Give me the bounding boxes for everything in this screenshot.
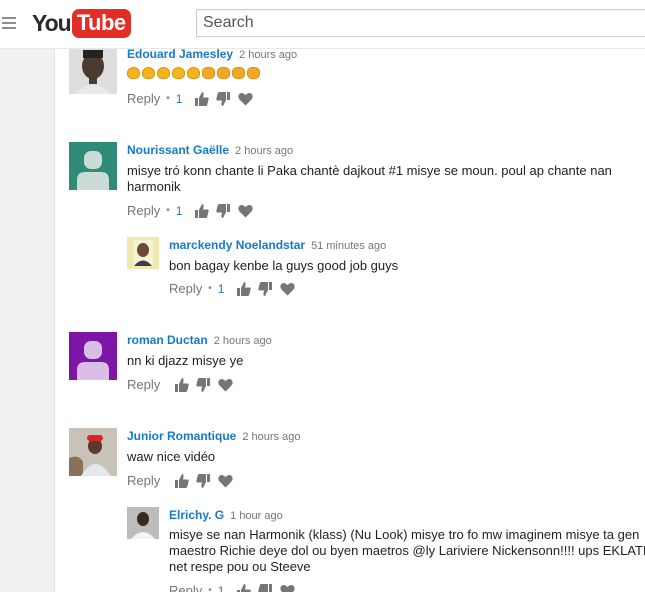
comment-text-line: misye se nan Harmonik (klass) (Nu Look) … <box>169 527 640 542</box>
heart-icon[interactable] <box>218 474 233 488</box>
comment-text-line: misye tró konn chante li Paka chantè daj… <box>127 163 612 178</box>
comment-text-line: bon bagay kenbe la guys good job guys <box>169 258 399 273</box>
reply-button[interactable]: Reply <box>127 91 160 106</box>
reply-comment: marckendy Noelandstar 51 minutes ago bon … <box>127 237 645 301</box>
comment-actions: Reply <box>127 377 240 392</box>
thumbs-up-icon[interactable] <box>236 281 252 296</box>
comment-actions: Reply • 1 <box>127 91 260 106</box>
reply-button[interactable]: Reply <box>127 473 160 488</box>
thumbs-up-icon[interactable] <box>174 377 189 392</box>
separator-dot: • <box>166 205 170 216</box>
separator-dot: • <box>208 585 212 592</box>
comment-text: waw nice vidéo <box>127 449 215 465</box>
thumbs-down-icon[interactable] <box>258 583 273 592</box>
thumbs-up-icon[interactable] <box>174 473 189 488</box>
reply-button[interactable]: Reply <box>169 583 202 592</box>
heart-icon[interactable] <box>218 378 233 392</box>
thumbs-down-icon[interactable] <box>216 91 231 106</box>
comment-actions: Reply <box>127 473 240 488</box>
comment-text-line: harmonik <box>127 179 181 194</box>
thumbs-down-icon[interactable] <box>196 473 211 488</box>
comment-thread: Edouard Jamesley 2 hours ago Reply • 1 <box>69 46 645 116</box>
fist-bump-icon <box>232 67 245 79</box>
avatar[interactable] <box>69 332 117 380</box>
thumbs-up-icon[interactable] <box>236 583 252 592</box>
comment-text <box>127 67 262 82</box>
masthead: You Tube <box>0 0 645 49</box>
comment-actions: Reply • 1 <box>169 281 302 296</box>
comment-actions: Reply • 1 <box>127 203 260 218</box>
comment-text: misye se nan Harmonik (klass) (Nu Look) … <box>169 527 645 575</box>
avatar[interactable] <box>69 46 117 94</box>
comment-author[interactable]: Elrichy. G1 hour ago <box>169 508 283 522</box>
left-gutter <box>0 48 55 592</box>
comment-time[interactable]: 2 hours ago <box>239 49 297 61</box>
reply-button[interactable]: Reply <box>127 377 160 392</box>
like-count: 1 <box>175 91 183 106</box>
avatar[interactable] <box>69 142 117 190</box>
comment-time[interactable]: 2 hours ago <box>235 145 293 157</box>
comment-text: bon bagay kenbe la guys good job guys <box>169 258 398 274</box>
comment-text-line: nn ki djazz misye ye <box>127 353 244 368</box>
comment-author[interactable]: marckendy Noelandstar 51 minutes ago <box>169 238 386 252</box>
thumbs-up-icon[interactable] <box>194 203 210 218</box>
comment-author[interactable]: Edouard Jamesley 2 hours ago <box>127 47 297 61</box>
comment-actions: Reply • 1 <box>169 583 302 592</box>
comment-author[interactable]: Nourissant Gaëlle 2 hours ago <box>127 143 293 157</box>
comment-time[interactable]: 51 minutes ago <box>311 240 386 252</box>
fist-bump-icon <box>217 67 230 79</box>
like-count: 1 <box>175 203 183 218</box>
comment-time[interactable]: 2 hours ago <box>242 431 300 443</box>
heart-icon[interactable] <box>280 282 296 296</box>
comment-text-line: net respe pou ou Steeve <box>169 559 311 574</box>
thumbs-down-icon[interactable] <box>216 203 231 218</box>
clapping-hands-icon <box>127 67 140 79</box>
reply-button[interactable]: Reply <box>127 203 160 218</box>
like-count: 1 <box>217 583 225 592</box>
comment-text: nn ki djazz misye ye <box>127 353 243 369</box>
fist-bump-icon <box>247 67 260 79</box>
avatar[interactable] <box>69 428 117 476</box>
reply-comment: Elrichy. G1 hour ago misye se nan Harmon… <box>127 507 645 592</box>
separator-dot: • <box>166 93 170 104</box>
clapping-hands-icon <box>172 67 185 79</box>
comment-text-line: waw nice vidéo <box>127 449 216 464</box>
separator-dot: • <box>208 283 212 294</box>
logo-tube-text: Tube <box>71 8 131 38</box>
comment-time[interactable]: 1 hour ago <box>230 510 283 522</box>
comment-thread: roman Ductan 2 hours ago nn ki djazz misy… <box>69 332 645 396</box>
comment-thread: Junior Romantique 2 hours ago waw nice vi… <box>69 428 645 492</box>
comment-time[interactable]: 2 hours ago <box>214 335 272 347</box>
hamburger-menu-icon[interactable] <box>2 17 16 29</box>
thumbs-up-icon[interactable] <box>194 91 210 106</box>
heart-icon[interactable] <box>238 204 254 218</box>
clapping-hands-icon <box>142 67 155 79</box>
like-count: 1 <box>217 281 225 296</box>
comment-author[interactable]: Junior Romantique 2 hours ago <box>127 429 300 443</box>
comment-text-line: maestro Richie deye dol ou byen maetros … <box>169 543 645 558</box>
thumbs-down-icon[interactable] <box>196 377 211 392</box>
search-input[interactable] <box>196 9 645 37</box>
comment-text: misye tró konn chante li Paka chantè daj… <box>127 163 612 195</box>
heart-icon[interactable] <box>280 584 296 592</box>
thumbs-down-icon[interactable] <box>258 281 273 296</box>
avatar[interactable] <box>127 507 159 539</box>
reply-button[interactable]: Reply <box>169 281 202 296</box>
comment-thread: Nourissant Gaëlle 2 hours ago misye tró k… <box>69 142 645 222</box>
heart-icon[interactable] <box>238 92 254 106</box>
clapping-hands-icon <box>187 67 200 79</box>
youtube-logo[interactable]: You Tube <box>32 8 131 38</box>
logo-you-text: You <box>32 9 72 36</box>
avatar[interactable] <box>127 237 159 269</box>
comment-author[interactable]: roman Ductan 2 hours ago <box>127 333 272 347</box>
clapping-hands-icon <box>157 67 170 79</box>
fist-bump-icon <box>202 67 215 79</box>
